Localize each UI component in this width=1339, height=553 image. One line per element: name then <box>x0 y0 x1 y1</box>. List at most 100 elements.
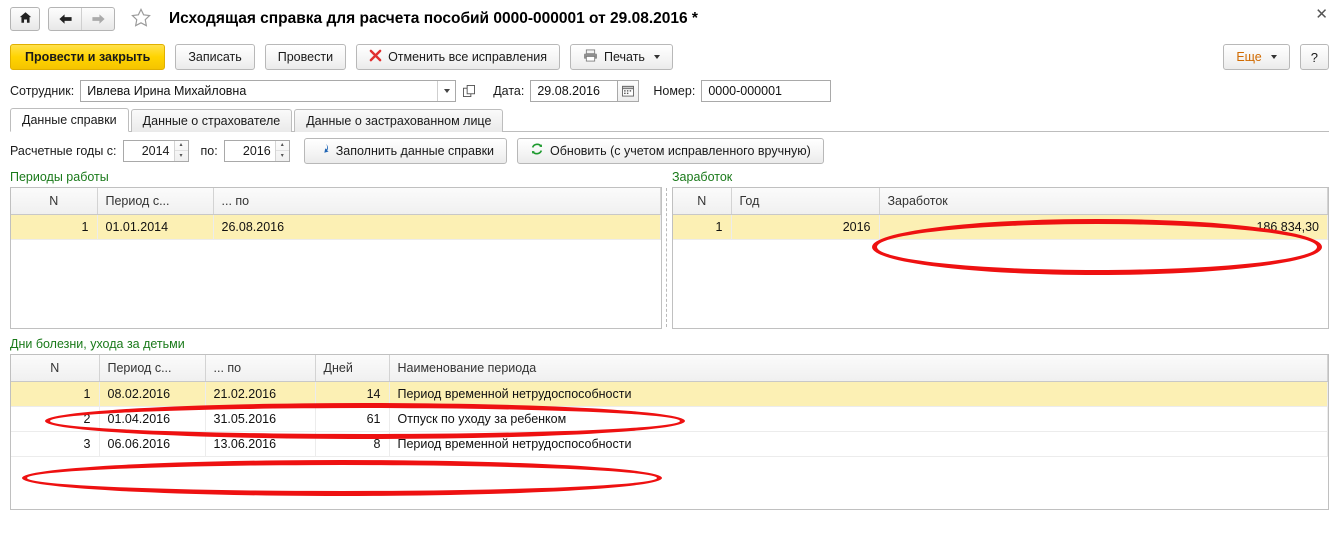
calendar-icon[interactable] <box>618 80 640 102</box>
year-to-arrows: ▴ ▾ <box>274 140 289 161</box>
cell-year[interactable]: 2016 <box>731 214 880 240</box>
favorite-star-icon[interactable] <box>131 8 151 30</box>
cell-n[interactable]: 1 <box>673 214 732 240</box>
cell-n[interactable]: 1 <box>11 214 98 240</box>
spin-down-icon[interactable]: ▾ <box>174 150 188 161</box>
year-from-stepper[interactable]: 2014 ▴ ▾ <box>122 139 189 162</box>
cancel-corrections-button[interactable]: Отменить все исправления <box>356 44 560 70</box>
tab-dannye-spravki[interactable]: Данные справки <box>10 108 129 132</box>
cell-period-from[interactable]: 01.04.2016 <box>99 406 206 432</box>
employee-label: Сотрудник: <box>10 84 75 98</box>
cell-period-from[interactable]: 01.01.2014 <box>97 214 214 240</box>
column-header-n[interactable]: N <box>673 188 732 215</box>
work-periods-table: N Период с... ... по 1 01.01.2014 26.08.… <box>11 188 661 240</box>
work-periods-empty-area[interactable] <box>11 240 661 328</box>
cell-days[interactable]: 8 <box>315 431 390 457</box>
fill-certificate-data-button[interactable]: Заполнить данные справки <box>303 137 508 164</box>
table-row[interactable]: 2 01.04.2016 31.05.2016 61 Отпуск по ухо… <box>11 406 1328 432</box>
tab-label: Данные справки <box>22 113 117 127</box>
employee-value: Ивлева Ирина Михайловна <box>87 84 247 98</box>
table-row[interactable]: 3 06.06.2016 13.06.2016 8 Период временн… <box>11 431 1328 457</box>
sick-days-empty-area[interactable] <box>11 457 1328 509</box>
back-button[interactable] <box>49 8 81 30</box>
tab-dannye-o-zastrahovannom-lice[interactable]: Данные о застрахованном лице <box>294 109 504 132</box>
earnings-grid[interactable]: N Год Заработок 1 2016 186 834,30 <box>672 187 1329 329</box>
cell-period-name[interactable]: Период временной нетрудоспособности <box>389 431 1328 457</box>
post-and-close-button[interactable]: Провести и закрыть <box>10 44 166 70</box>
cell-days[interactable]: 61 <box>315 406 390 432</box>
spin-down-icon[interactable]: ▾ <box>275 150 289 161</box>
cell-period-to[interactable]: 26.08.2016 <box>213 214 661 240</box>
column-header-period-to[interactable]: ... по <box>205 355 316 382</box>
cell-period-from[interactable]: 06.06.2016 <box>99 431 206 457</box>
column-header-n[interactable]: N <box>11 188 98 215</box>
spin-up-icon[interactable]: ▴ <box>276 141 289 151</box>
column-header-earnings[interactable]: Заработок <box>879 188 1328 215</box>
cell-period-name[interactable]: Период временной нетрудоспособности <box>389 381 1328 407</box>
print-button[interactable]: Печать <box>570 44 673 70</box>
cell-n[interactable]: 3 <box>11 431 100 457</box>
post-button[interactable]: Провести <box>264 44 347 70</box>
year-to-value: 2016 <box>242 143 271 158</box>
column-header-year[interactable]: Год <box>731 188 880 215</box>
help-button[interactable]: ? <box>1299 44 1329 70</box>
write-label: Записать <box>188 50 242 64</box>
cell-period-to[interactable]: 13.06.2016 <box>205 431 316 457</box>
cell-period-to[interactable]: 31.05.2016 <box>205 406 316 432</box>
work-periods-panel: Периоды работы N Период с... ... по 1 01… <box>10 170 662 329</box>
column-header-n[interactable]: N <box>11 355 100 382</box>
upper-panels: Периоды работы N Период с... ... по 1 01… <box>0 164 1339 329</box>
home-icon <box>19 11 32 27</box>
forward-button[interactable] <box>81 8 114 30</box>
year-from-value: 2014 <box>141 143 170 158</box>
number-label: Номер: <box>653 84 696 98</box>
year-to-stepper[interactable]: 2016 ▴ ▾ <box>223 139 290 162</box>
table-row[interactable]: 1 08.02.2016 21.02.2016 14 Период времен… <box>11 381 1328 407</box>
home-button[interactable] <box>10 7 40 31</box>
cell-earnings-amount[interactable]: 186 834,30 <box>879 214 1328 240</box>
number-value: 0000-000001 <box>708 84 782 98</box>
green-refresh-icon <box>530 142 544 159</box>
cell-period-name[interactable]: Отпуск по уходу за ребенком <box>389 406 1328 432</box>
tab-label: Данные о застрахованном лице <box>306 114 492 128</box>
settlement-years-row: Расчетные годы с: 2014 ▴ ▾ по: 2016 ▴ ▾ … <box>0 132 1339 164</box>
sick-days-grid[interactable]: N Период с... ... по Дней Наименование п… <box>10 354 1329 510</box>
cell-n[interactable]: 1 <box>11 381 100 407</box>
employee-dropdown-button[interactable] <box>437 81 455 101</box>
spin-up-icon[interactable]: ▴ <box>175 141 188 151</box>
cell-n[interactable]: 2 <box>11 406 100 432</box>
close-icon[interactable]: ✕ <box>1315 7 1328 22</box>
red-x-icon <box>369 49 382 65</box>
number-input[interactable]: 0000-000001 <box>701 80 832 102</box>
fill-certificate-data-label: Заполнить данные справки <box>335 143 495 158</box>
work-periods-grid[interactable]: N Период с... ... по 1 01.01.2014 26.08.… <box>10 187 662 329</box>
cell-period-to[interactable]: 21.02.2016 <box>205 381 316 407</box>
earnings-table: N Год Заработок 1 2016 186 834,30 <box>673 188 1328 240</box>
earnings-title: Заработок <box>672 170 733 184</box>
print-label: Печать <box>604 50 645 64</box>
cell-period-from[interactable]: 08.02.2016 <box>99 381 206 407</box>
table-header-row: N Год Заработок <box>673 188 1328 215</box>
panel-splitter[interactable] <box>662 170 672 329</box>
column-header-period-name[interactable]: Наименование периода <box>389 355 1328 382</box>
more-button[interactable]: Еще <box>1223 44 1290 70</box>
table-row[interactable]: 1 01.01.2014 26.08.2016 <box>11 214 661 240</box>
column-header-days[interactable]: Дней <box>315 355 390 382</box>
column-header-period-to[interactable]: ... по <box>213 188 661 215</box>
sick-days-table: N Период с... ... по Дней Наименование п… <box>11 355 1328 457</box>
date-input[interactable]: 29.08.2016 <box>530 80 619 102</box>
cell-days[interactable]: 14 <box>315 381 390 407</box>
employee-input[interactable]: Ивлева Ирина Михайловна <box>80 80 457 102</box>
column-header-period-from[interactable]: Период с... <box>99 355 206 382</box>
tab-dannye-o-strahovatele[interactable]: Данные о страхователе <box>130 109 293 132</box>
table-header-row: N Период с... ... по Дней Наименование п… <box>11 355 1328 382</box>
table-row[interactable]: 1 2016 186 834,30 <box>673 214 1328 240</box>
refresh-button[interactable]: Обновить (с учетом исправленного вручную… <box>517 137 824 164</box>
printer-icon <box>583 49 598 65</box>
earnings-empty-area[interactable] <box>673 240 1328 328</box>
tab-bar: Данные справки Данные о страхователе Дан… <box>0 106 1339 132</box>
employee-open-form-icon[interactable] <box>459 80 479 102</box>
column-header-period-from[interactable]: Период с... <box>97 188 214 215</box>
write-button[interactable]: Записать <box>175 44 255 70</box>
post-label: Провести <box>277 50 334 64</box>
